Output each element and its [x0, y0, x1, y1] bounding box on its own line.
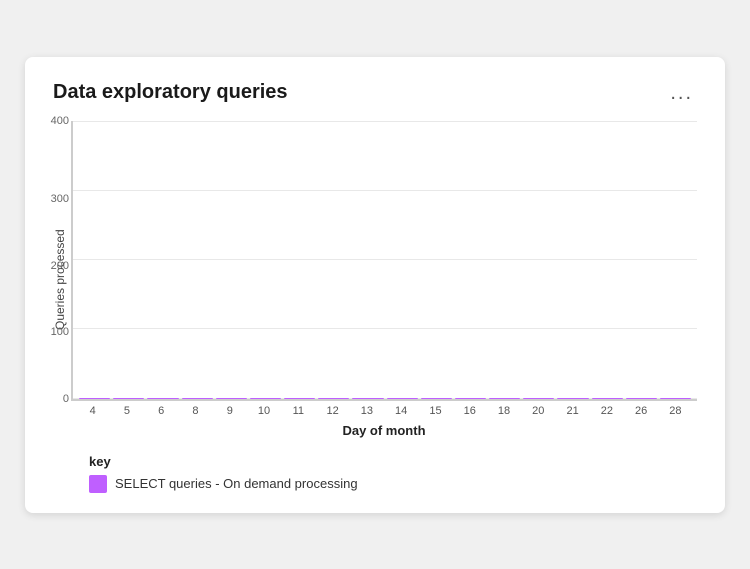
bar-group: [216, 398, 247, 399]
legend-item: SELECT queries - On demand processing: [89, 475, 697, 493]
y-ticks: 400 300 200 100 0: [41, 121, 69, 399]
bar-group: [113, 398, 144, 399]
legend: key SELECT queries - On demand processin…: [89, 454, 697, 493]
bar-group: [557, 398, 588, 399]
x-label: 15: [420, 405, 451, 417]
x-label: 12: [317, 405, 348, 417]
y-tick: 400: [41, 115, 69, 127]
bar-group: [421, 398, 452, 399]
bar-group: [387, 398, 418, 399]
bar[interactable]: [318, 398, 349, 399]
bar[interactable]: [557, 398, 588, 399]
more-options-button[interactable]: ...: [666, 81, 697, 105]
x-label: 6: [146, 405, 177, 417]
bar-group: [147, 398, 178, 399]
bar[interactable]: [284, 398, 315, 399]
bar-group: [182, 398, 213, 399]
x-label: 8: [180, 405, 211, 417]
legend-swatch: [89, 475, 107, 493]
y-tick: 200: [41, 260, 69, 272]
x-label: 22: [591, 405, 622, 417]
x-label: 21: [557, 405, 588, 417]
y-tick: 0: [41, 393, 69, 405]
dashboard-card: Data exploratory queries ... Queries pro…: [25, 57, 725, 513]
card-title: Data exploratory queries: [53, 81, 288, 104]
bar-group: [455, 398, 486, 399]
bar[interactable]: [79, 398, 110, 399]
bar-group: [79, 398, 110, 399]
bar-group: [626, 398, 657, 399]
bar[interactable]: [660, 398, 691, 399]
bar-group: [284, 398, 315, 399]
bar[interactable]: [489, 398, 520, 399]
x-label: 26: [626, 405, 657, 417]
bar[interactable]: [387, 398, 418, 399]
bar[interactable]: [216, 398, 247, 399]
x-label: 20: [523, 405, 554, 417]
chart-inner: 400 300 200 100 0 4568910 111213 14151618 2…: [71, 121, 697, 438]
bar-group: [352, 398, 383, 399]
bar-group: [250, 398, 281, 399]
bar[interactable]: [421, 398, 452, 399]
x-label: 18: [488, 405, 519, 417]
x-axis-title: Day of month: [71, 423, 697, 438]
x-label: 14: [386, 405, 417, 417]
y-tick: 100: [41, 326, 69, 338]
bar-group: [523, 398, 554, 399]
x-label: 10: [248, 405, 279, 417]
x-label: 13: [351, 405, 382, 417]
bar[interactable]: [147, 398, 178, 399]
x-label: 9: [214, 405, 245, 417]
bar-group: [489, 398, 520, 399]
bar[interactable]: [455, 398, 486, 399]
bar[interactable]: [182, 398, 213, 399]
x-label: 11: [283, 405, 314, 417]
bar[interactable]: [250, 398, 281, 399]
bar-group: [660, 398, 691, 399]
bar[interactable]: [113, 398, 144, 399]
x-label: 28: [660, 405, 691, 417]
x-label: 4: [77, 405, 108, 417]
card-header: Data exploratory queries ...: [53, 81, 697, 105]
bars-row: [73, 121, 697, 399]
chart-area: Queries processed 400 300 200 100 0: [53, 121, 697, 438]
y-tick: 300: [41, 193, 69, 205]
bar[interactable]: [523, 398, 554, 399]
bar-group: [592, 398, 623, 399]
legend-label: SELECT queries - On demand processing: [115, 476, 358, 491]
x-label: 5: [111, 405, 142, 417]
chart-canvas: 400 300 200 100 0: [71, 121, 697, 401]
x-axis-labels: 4568910 111213 14151618 202122 2628: [71, 405, 697, 417]
legend-title: key: [89, 454, 697, 469]
bar[interactable]: [592, 398, 623, 399]
bar[interactable]: [626, 398, 657, 399]
bar[interactable]: [352, 398, 383, 399]
bar-group: [318, 398, 349, 399]
x-label: 16: [454, 405, 485, 417]
